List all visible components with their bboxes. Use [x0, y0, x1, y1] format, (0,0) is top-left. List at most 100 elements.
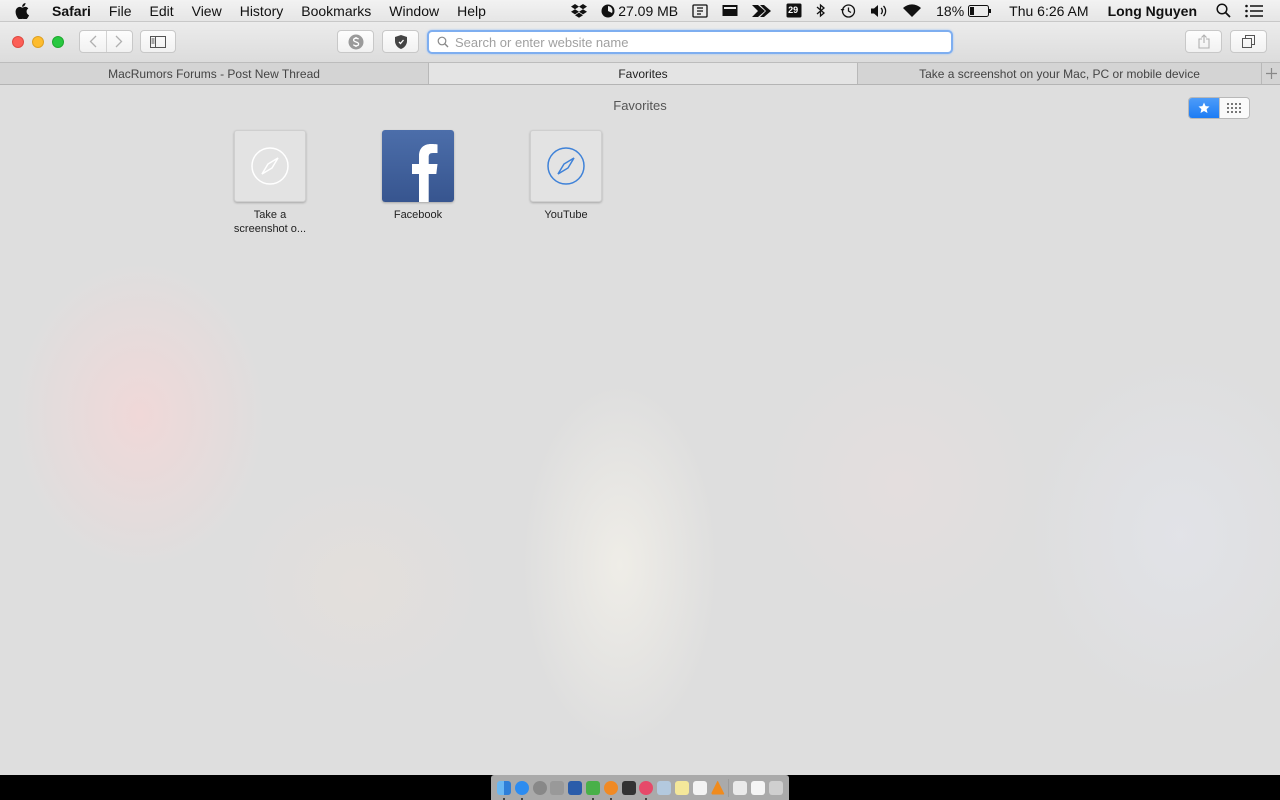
- fullscreen-window-button[interactable]: [52, 36, 64, 48]
- menu-file[interactable]: File: [100, 0, 141, 22]
- bluetooth-icon[interactable]: [809, 0, 833, 22]
- tab-bar: MacRumors Forums - Post New Thread Favor…: [0, 62, 1280, 85]
- favorite-thumbnail: [234, 130, 306, 202]
- display-icon[interactable]: [715, 0, 745, 22]
- favorite-label-line1: YouTube: [544, 209, 588, 221]
- menu-window[interactable]: Window: [380, 0, 448, 22]
- favorite-screenshot-guide[interactable]: Take a screenshot o...: [225, 130, 315, 236]
- minimize-window-button[interactable]: [32, 36, 44, 48]
- favorite-label-line2: screenshot o...: [233, 223, 307, 235]
- dock: [491, 775, 789, 800]
- word-icon[interactable]: [568, 780, 583, 795]
- menu-edit[interactable]: Edit: [140, 0, 182, 22]
- tab-macrumors[interactable]: MacRumors Forums - Post New Thread: [0, 63, 429, 84]
- screen-icon[interactable]: [685, 0, 715, 22]
- time-machine-icon[interactable]: [833, 0, 863, 22]
- battery-icon: [968, 4, 992, 17]
- favorite-facebook[interactable]: Facebook: [373, 130, 463, 222]
- top-sites-view-button[interactable]: [1218, 98, 1249, 118]
- launchpad-icon[interactable]: [532, 780, 547, 795]
- calendar-icon[interactable]: 29: [779, 0, 809, 22]
- apple-icon[interactable]: [0, 2, 44, 19]
- extension-s-button[interactable]: [337, 30, 374, 53]
- favorite-thumbnail: [530, 130, 602, 202]
- tab-favorites[interactable]: Favorites: [429, 63, 858, 84]
- favorite-youtube[interactable]: YouTube: [521, 130, 611, 222]
- vlc-icon[interactable]: [710, 780, 725, 795]
- tabs-overview-icon: [1241, 35, 1255, 48]
- chevron-right-icon: [115, 35, 123, 48]
- system-preferences-icon[interactable]: [550, 780, 565, 795]
- memory-value: 27.09 MB: [618, 2, 679, 19]
- battery-percent: 18%: [936, 2, 965, 19]
- shield-icon: [394, 34, 407, 49]
- plus-icon: [1265, 68, 1277, 79]
- close-window-button[interactable]: [12, 36, 24, 48]
- preview-icon[interactable]: [657, 780, 672, 795]
- activity-monitor-icon[interactable]: [621, 780, 636, 795]
- address-input[interactable]: [455, 34, 951, 50]
- documents-stack-icon[interactable]: [733, 780, 748, 795]
- spotlight-icon[interactable]: [1209, 0, 1238, 22]
- extension-s-icon: [348, 34, 363, 49]
- favorite-label: Take a screenshot o...: [225, 208, 315, 236]
- notification-list-icon[interactable]: [1238, 0, 1270, 22]
- tab-screenshot-guide[interactable]: Take a screenshot on your Mac, PC or mob…: [858, 63, 1262, 84]
- favorite-label: Facebook: [373, 208, 463, 222]
- clock[interactable]: Thu 6:26 AM: [999, 0, 1095, 22]
- user-name[interactable]: Long Nguyen: [1096, 3, 1209, 19]
- firefox-icon[interactable]: [603, 780, 618, 800]
- volume-icon[interactable]: [863, 0, 895, 22]
- battery-status[interactable]: 18%: [929, 0, 999, 22]
- evernote-icon[interactable]: [585, 780, 600, 800]
- app-menu-safari[interactable]: Safari: [44, 0, 100, 22]
- new-tab-button[interactable]: [1262, 63, 1280, 84]
- navigation-buttons: [79, 30, 133, 53]
- downloads-stack-icon[interactable]: [751, 780, 766, 795]
- forward-button[interactable]: [105, 31, 133, 52]
- back-button[interactable]: [80, 31, 106, 52]
- itunes-icon[interactable]: [639, 780, 654, 800]
- sidebar-toggle-button[interactable]: [140, 30, 176, 53]
- window-controls: [12, 36, 64, 48]
- plane-icon[interactable]: [745, 0, 779, 22]
- address-bar[interactable]: [427, 30, 953, 54]
- favorite-label-line1: Take a: [253, 209, 287, 221]
- favorite-thumbnail: [382, 130, 454, 202]
- tab-overview-button[interactable]: [1230, 30, 1267, 53]
- status-area: 27.09 MB 29 18% Thu 6:26 AM Long Nguyen: [564, 0, 1280, 22]
- menu-history[interactable]: History: [231, 0, 293, 22]
- favorites-page: Favorites Take a screenshot o... Faceboo…: [0, 85, 1280, 775]
- browser-toolbar: [0, 22, 1280, 62]
- share-button[interactable]: [1185, 30, 1222, 53]
- chevron-left-icon: [89, 35, 97, 48]
- menu-view[interactable]: View: [183, 0, 231, 22]
- star-icon: [1198, 102, 1210, 113]
- view-toggle: [1188, 97, 1250, 119]
- calendar-day: 29: [788, 4, 799, 15]
- menu-bar: Safari File Edit View History Bookmarks …: [0, 0, 1280, 22]
- compass-icon: [251, 147, 289, 185]
- trash-icon[interactable]: [768, 780, 783, 795]
- wifi-icon[interactable]: [895, 0, 929, 22]
- favorites-view-button[interactable]: [1189, 98, 1219, 118]
- extension-shield-button[interactable]: [382, 30, 419, 53]
- memory-gauge-icon: [601, 4, 615, 17]
- menu-bookmarks[interactable]: Bookmarks: [292, 0, 380, 22]
- page-title: Favorites: [613, 98, 667, 113]
- menu-help[interactable]: Help: [448, 0, 495, 22]
- favorite-label: YouTube: [521, 208, 611, 222]
- share-icon: [1197, 34, 1210, 49]
- dropbox-icon[interactable]: [564, 0, 594, 22]
- finder-icon[interactable]: [496, 780, 511, 800]
- grid-icon: [1227, 103, 1242, 113]
- calendar-app-icon[interactable]: [692, 780, 707, 795]
- search-icon: [437, 36, 449, 48]
- compass-icon: [547, 147, 585, 185]
- dock-separator: [728, 778, 730, 797]
- memory-status[interactable]: 27.09 MB: [594, 0, 685, 22]
- safari-icon[interactable]: [514, 780, 529, 800]
- favorite-label-line1: Facebook: [393, 209, 443, 221]
- sidebar-icon: [150, 35, 166, 48]
- notes-icon[interactable]: [675, 780, 690, 795]
